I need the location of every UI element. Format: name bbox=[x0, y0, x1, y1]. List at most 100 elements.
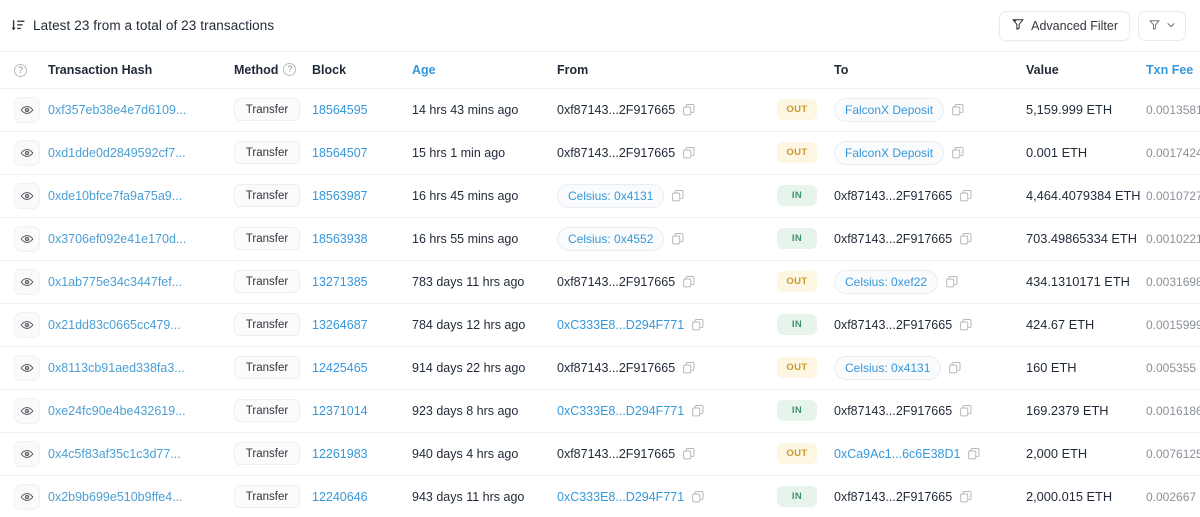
block-link[interactable]: 13271385 bbox=[312, 275, 368, 289]
method-badge[interactable]: Transfer bbox=[234, 485, 300, 508]
from-address[interactable]: 0xC333E8...D294F771 bbox=[557, 490, 684, 504]
header-age[interactable]: Age bbox=[412, 52, 557, 88]
cell-txn-fee: 0.00161865 bbox=[1146, 389, 1200, 432]
copy-icon[interactable] bbox=[959, 490, 973, 504]
method-badge[interactable]: Transfer bbox=[234, 184, 300, 207]
cell-direction: IN bbox=[777, 217, 834, 260]
cell-value: 160 ETH bbox=[1026, 346, 1146, 389]
eye-icon[interactable] bbox=[14, 441, 40, 467]
value-text: 434.1310171 ETH bbox=[1026, 274, 1130, 289]
block-link[interactable]: 12261983 bbox=[312, 447, 368, 461]
copy-icon[interactable] bbox=[951, 146, 965, 160]
copy-icon[interactable] bbox=[682, 361, 696, 375]
copy-icon[interactable] bbox=[671, 189, 685, 203]
block-link[interactable]: 18563987 bbox=[312, 189, 368, 203]
copy-icon[interactable] bbox=[682, 103, 696, 117]
table-row: 0xf357eb38e4e7d6109...Transfer1856459514… bbox=[0, 88, 1200, 131]
eye-icon[interactable] bbox=[14, 484, 40, 510]
method-badge[interactable]: Transfer bbox=[234, 141, 300, 164]
eye-icon[interactable] bbox=[14, 226, 40, 252]
to-label-chip[interactable]: FalconX Deposit bbox=[834, 98, 944, 122]
block-link[interactable]: 18563938 bbox=[312, 232, 368, 246]
from-label-chip[interactable]: Celsius: 0x4552 bbox=[557, 227, 664, 251]
cell-method: Transfer bbox=[234, 303, 312, 346]
copy-icon[interactable] bbox=[682, 275, 696, 289]
transaction-hash-link[interactable]: 0x4c5f83af35c1c3d77... bbox=[48, 447, 181, 461]
transaction-hash-link[interactable]: 0xf357eb38e4e7d6109... bbox=[48, 103, 186, 117]
eye-icon[interactable] bbox=[14, 312, 40, 338]
sort-descending-icon bbox=[10, 18, 26, 34]
cell-value: 424.67 ETH bbox=[1026, 303, 1146, 346]
cell-method: Transfer bbox=[234, 131, 312, 174]
copy-icon[interactable] bbox=[959, 404, 973, 418]
value-text: 5,159.999 ETH bbox=[1026, 102, 1112, 117]
block-link[interactable]: 18564507 bbox=[312, 146, 368, 160]
copy-icon[interactable] bbox=[691, 318, 705, 332]
transaction-hash-link[interactable]: 0x1ab775e34c3447fef... bbox=[48, 275, 182, 289]
to-label-chip[interactable]: Celsius: 0x4131 bbox=[834, 356, 941, 380]
filter-dropdown-button[interactable] bbox=[1138, 11, 1186, 41]
cell-value: 5,159.999 ETH bbox=[1026, 88, 1146, 131]
cell-txn-fee: 0.00316988 bbox=[1146, 260, 1200, 303]
eye-icon[interactable] bbox=[14, 140, 40, 166]
transaction-hash-link[interactable]: 0xe24fc90e4be432619... bbox=[48, 404, 186, 418]
help-circle-icon[interactable]: ? bbox=[283, 63, 296, 76]
method-badge[interactable]: Transfer bbox=[234, 98, 300, 121]
transaction-hash-link[interactable]: 0x8113cb91aed338fa3... bbox=[48, 361, 185, 375]
method-badge[interactable]: Transfer bbox=[234, 442, 300, 465]
from-address[interactable]: 0xC333E8...D294F771 bbox=[557, 404, 684, 418]
cell-transaction-hash: 0x8113cb91aed338fa3... bbox=[48, 346, 234, 389]
cell-method: Transfer bbox=[234, 217, 312, 260]
method-badge[interactable]: Transfer bbox=[234, 313, 300, 336]
table-header-row: ? Transaction Hash Method ? Block Age Fr… bbox=[0, 52, 1200, 88]
block-link[interactable]: 12425465 bbox=[312, 361, 368, 375]
eye-icon[interactable] bbox=[14, 183, 40, 209]
eye-icon[interactable] bbox=[14, 398, 40, 424]
from-address[interactable]: 0xC333E8...D294F771 bbox=[557, 318, 684, 332]
transaction-hash-link[interactable]: 0x3706ef092e41e170d... bbox=[48, 232, 186, 246]
header-txn-fee[interactable]: Txn Fee bbox=[1146, 52, 1200, 88]
copy-icon[interactable] bbox=[948, 361, 962, 375]
block-link[interactable]: 12371014 bbox=[312, 404, 368, 418]
copy-icon[interactable] bbox=[682, 146, 696, 160]
method-badge[interactable]: Transfer bbox=[234, 270, 300, 293]
transaction-hash-link[interactable]: 0x21dd83c0665cc479... bbox=[48, 318, 181, 332]
transaction-hash-link[interactable]: 0x2b9b699e510b9ffe4... bbox=[48, 490, 183, 504]
copy-icon[interactable] bbox=[945, 275, 959, 289]
age-text: 16 hrs 55 mins ago bbox=[412, 232, 518, 246]
from-label-chip[interactable]: Celsius: 0x4131 bbox=[557, 184, 664, 208]
copy-icon[interactable] bbox=[671, 232, 685, 246]
block-link[interactable]: 18564595 bbox=[312, 103, 368, 117]
eye-icon[interactable] bbox=[14, 355, 40, 381]
to-address: 0xf87143...2F917665 bbox=[834, 189, 952, 203]
copy-icon[interactable] bbox=[967, 447, 981, 461]
advanced-filter-button[interactable]: Advanced Filter bbox=[999, 11, 1130, 41]
transaction-hash-link[interactable]: 0xd1dde0d2849592cf7... bbox=[48, 146, 186, 160]
eye-icon[interactable] bbox=[14, 97, 40, 123]
method-badge[interactable]: Transfer bbox=[234, 356, 300, 379]
copy-icon[interactable] bbox=[691, 490, 705, 504]
copy-icon[interactable] bbox=[682, 447, 696, 461]
to-address[interactable]: 0xCa9Ac1...6c6E38D1 bbox=[834, 447, 960, 461]
age-text: 943 days 11 hrs ago bbox=[412, 490, 524, 504]
copy-icon[interactable] bbox=[691, 404, 705, 418]
cell-value: 2,000 ETH bbox=[1026, 432, 1146, 475]
direction-badge: OUT bbox=[777, 443, 817, 464]
block-link[interactable]: 13264687 bbox=[312, 318, 368, 332]
method-badge[interactable]: Transfer bbox=[234, 227, 300, 250]
cell-from: 0xf87143...2F917665 bbox=[557, 88, 777, 131]
eye-icon[interactable] bbox=[14, 269, 40, 295]
cell-txn-fee: 0.002667 bbox=[1146, 475, 1200, 517]
method-badge[interactable]: Transfer bbox=[234, 399, 300, 422]
to-label-chip[interactable]: FalconX Deposit bbox=[834, 141, 944, 165]
copy-icon[interactable] bbox=[959, 189, 973, 203]
copy-icon[interactable] bbox=[959, 318, 973, 332]
transaction-hash-link[interactable]: 0xde10bfce7fa9a75a9... bbox=[48, 189, 182, 203]
copy-icon[interactable] bbox=[959, 232, 973, 246]
to-label-chip[interactable]: Celsius: 0xef22 bbox=[834, 270, 938, 294]
help-circle-icon[interactable]: ? bbox=[14, 64, 27, 77]
cell-from: Celsius: 0x4131 bbox=[557, 174, 777, 217]
copy-icon[interactable] bbox=[951, 103, 965, 117]
block-link[interactable]: 12240646 bbox=[312, 490, 368, 504]
cell-block: 18564595 bbox=[312, 88, 412, 131]
